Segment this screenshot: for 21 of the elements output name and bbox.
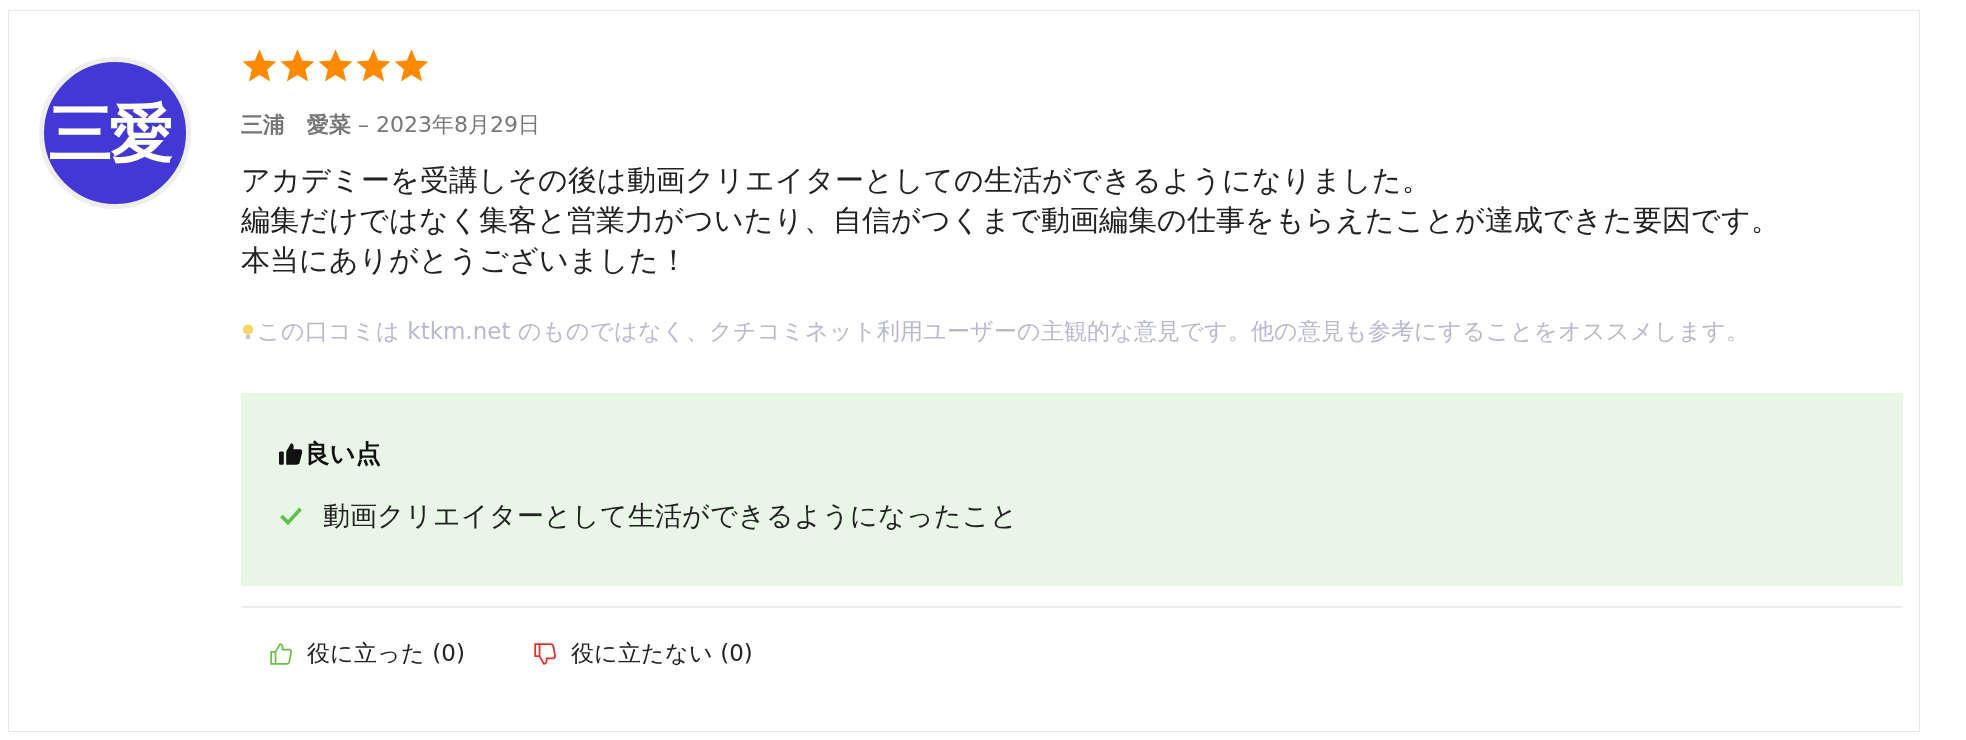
vote-button[interactable]: 役に立った (0) — [265, 634, 469, 673]
review-text: 本当にありがとうございました！ — [241, 242, 689, 279]
avatar: 三愛 — [39, 57, 191, 209]
disclaimer-text: この口コミは ktkm.net のものではなく、クチコミネット利用ユーザーの主観的な意見です。他の意見も参考にすることをオススメします。 — [257, 317, 1749, 346]
review-text: アカデミーを受講しその後は動画クリエイターとしての生活ができるようになりました。 — [241, 162, 1432, 199]
star-icon — [355, 47, 392, 84]
vote-button[interactable]: 役に立たない (0) — [528, 634, 757, 673]
review-date: – 2023年8月29日 — [358, 112, 540, 137]
star-icon — [241, 47, 278, 84]
check-icon — [279, 506, 303, 526]
thumbs-up-icon — [269, 641, 293, 666]
review-text: 編集だけではなく集客と営業力がついたり、自信がつくまで動画編集の仕事をもらえたことが達成できた要因です。 — [241, 202, 1781, 239]
good-point-text: 動画クリエイターとして生活ができるようになったこと — [323, 499, 1018, 533]
star-icon — [279, 47, 316, 84]
star-icon — [317, 47, 354, 84]
thumbs-up-icon — [279, 441, 303, 466]
lightbulb-icon — [241, 322, 255, 341]
star-icon — [393, 47, 430, 84]
author-name: 三浦 愛菜 — [241, 112, 351, 137]
good-points-title: 良い点 — [305, 438, 381, 470]
thumbs-down-icon — [532, 641, 557, 666]
